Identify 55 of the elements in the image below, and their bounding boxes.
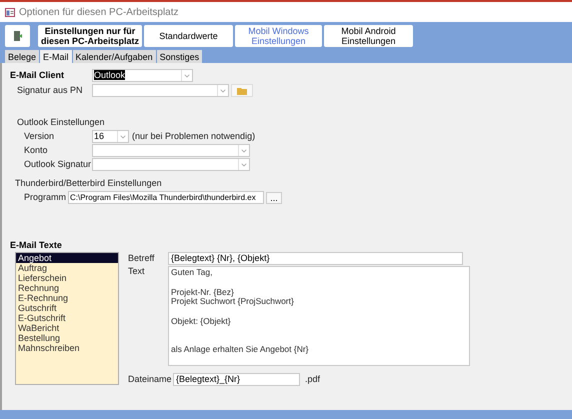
list-item[interactable]: E-Rechnung: [16, 293, 118, 303]
list-item[interactable]: Gutschrift: [16, 303, 118, 313]
section-heading: E-Mail Texte: [10, 240, 63, 251]
door-icon: [12, 30, 22, 42]
form-icon: [5, 8, 15, 16]
filename-field[interactable]: {Belegtext}_{Nr}: [173, 373, 300, 386]
tab[interactable]: Belege: [5, 50, 40, 63]
list-item[interactable]: Mahnschreiben: [16, 343, 118, 353]
program-path-field[interactable]: C:\Program Files\Mozilla Thunderbird\thunderbird.ex: [68, 191, 264, 204]
field-label: Betreff: [128, 253, 156, 264]
signature-dropdown[interactable]: [92, 84, 229, 97]
body-text-area[interactable]: Guten Tag, Projekt-Nr. {Bez} Projekt Suchwort {ProjSuchwort} Objekt: {Objekt} als Anlage erhalten Sie Angebot {Nr}: [168, 266, 470, 366]
body-text-line: Guten Tag,: [171, 268, 214, 278]
field-label: Konto: [23, 145, 49, 156]
window-title: Optionen für diesen PC-Arbeitsplatz: [19, 6, 179, 20]
field-label: Version: [23, 131, 56, 142]
toolbar-button[interactable]: Standardwerte: [144, 25, 233, 47]
field-label: Outlook Signatur: [23, 159, 92, 170]
subject-field[interactable]: {Belegtext} {Nr}, {Objekt}: [168, 252, 463, 265]
list-item[interactable]: Rechnung: [16, 283, 118, 293]
list-item[interactable]: E-Gutschrift: [16, 313, 118, 323]
field-label: Programm: [23, 192, 68, 203]
combo-value: 16: [94, 131, 104, 141]
account-dropdown[interactable]: [92, 144, 250, 157]
version-dropdown[interactable]: 16: [92, 130, 129, 143]
field-label: E-Mail Client: [10, 70, 66, 81]
toolbar-button[interactable]: Mobil Windows Einstellungen: [235, 25, 322, 47]
toolbar-button[interactable]: Einstellungen nur für diesen PC-Arbeitsplatz: [38, 25, 142, 47]
body-text-line: Objekt: {Objekt}: [171, 316, 232, 326]
list-item[interactable]: WaBericht: [16, 323, 118, 333]
folder-button[interactable]: [231, 84, 253, 97]
body-text-line: als Anlage erhalten Sie Angebot {Nr}: [171, 345, 310, 354]
list-item[interactable]: Bestellung: [16, 333, 118, 343]
body-text-line: Projekt-Nr. {Bez}: [171, 288, 234, 297]
folder-icon: [237, 86, 247, 94]
file-extension: .pdf: [305, 374, 320, 385]
list-item[interactable]: Auftrag: [16, 263, 118, 273]
list-item[interactable]: Angebot: [16, 253, 118, 263]
browse-button[interactable]: ...: [266, 192, 282, 204]
tab[interactable]: Sonstiges: [156, 50, 202, 63]
list-item[interactable]: Lieferschein: [16, 273, 118, 283]
tab[interactable]: Kalender/Aufgaben: [72, 50, 156, 63]
exit-button[interactable]: [5, 25, 30, 47]
combo-value: Outlook: [94, 70, 126, 80]
section-heading: Thunderbird/Betterbird Einstellungen: [14, 178, 163, 189]
tab[interactable]: E-Mail: [40, 50, 72, 63]
body-text-line: Projekt Suchwort {ProjSuchwort}: [171, 297, 295, 306]
outlook-signature-dropdown[interactable]: [92, 158, 250, 171]
field-label: Text: [128, 266, 146, 278]
toolbar-button[interactable]: Mobil Android Einstellungen: [324, 25, 413, 47]
email-client-dropdown[interactable]: Outlook: [92, 69, 193, 82]
version-note: (nur bei Problemen notwendig): [132, 131, 256, 142]
section-heading: Outlook Einstellungen: [16, 117, 106, 128]
field-label: Dateiname: [128, 374, 173, 385]
field-label: Signatur aus PN: [16, 85, 84, 96]
